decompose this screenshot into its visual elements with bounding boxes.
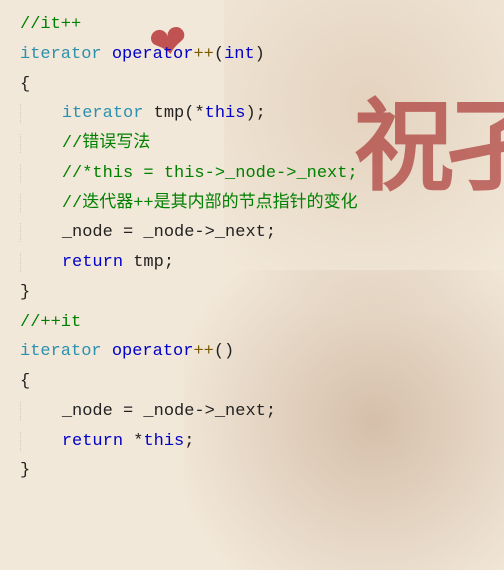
code-token: { [20,372,30,391]
code-token: return [62,253,123,272]
code-token: ; [184,432,194,451]
code-token [102,45,112,64]
code-token: _node = _node->_next; [62,223,276,242]
code-token: () [214,342,234,361]
code-token: (* [184,104,204,123]
code-token: //++it [20,313,81,332]
code-token: ++ [193,342,213,361]
code-token: //错误写法 [62,134,150,153]
indent [20,194,62,213]
code-token: iterator [20,342,102,361]
indent [20,164,62,183]
code-line: //++it [20,308,504,338]
indent [20,253,62,272]
code-token: this [205,104,246,123]
code-line: return tmp; [20,248,504,278]
code-token: { [20,75,30,94]
code-line: } [20,278,504,308]
code-line: iterator operator++() [20,337,504,367]
code-token: tmp; [133,253,174,272]
code-token: operator [112,45,194,64]
code-token: * [123,432,143,451]
code-token: //迭代器++是其内部的节点指针的变化 [62,194,358,213]
code-line: { [20,70,504,100]
code-token [143,104,153,123]
code-line: //it++ [20,10,504,40]
code-token: iterator [20,45,102,64]
code-line: _node = _node->_next; [20,397,504,427]
code-token: ( [214,45,224,64]
code-line: //*this = this->_node->_next; [20,159,504,189]
code-token: } [20,283,30,302]
indent [20,402,62,421]
code-line: iterator operator++(int) [20,40,504,70]
code-line: //迭代器++是其内部的节点指针的变化 [20,189,504,219]
code-token: this [143,432,184,451]
code-token [102,342,112,361]
code-token [123,253,133,272]
code-snippet: //it++iterator operator++(int){ iterator… [0,0,504,496]
code-token: ) [255,45,265,64]
code-token: return [62,432,123,451]
code-token: int [224,45,255,64]
code-token: //it++ [20,15,81,34]
indent [20,134,62,153]
indent [20,223,62,242]
code-line: //错误写法 [20,129,504,159]
code-token: //*this = this->_node->_next; [62,164,358,183]
code-token: iterator [62,104,144,123]
indent [20,104,62,123]
code-token: _node = _node->_next; [62,402,276,421]
code-line: } [20,456,504,486]
code-line: return *this; [20,427,504,457]
code-line: iterator tmp(*this); [20,99,504,129]
code-token: ); [245,104,265,123]
code-line: _node = _node->_next; [20,218,504,248]
indent [20,432,62,451]
code-token: tmp [154,104,185,123]
code-token: operator [112,342,194,361]
code-token: } [20,461,30,480]
code-line: { [20,367,504,397]
code-token: ++ [193,45,213,64]
